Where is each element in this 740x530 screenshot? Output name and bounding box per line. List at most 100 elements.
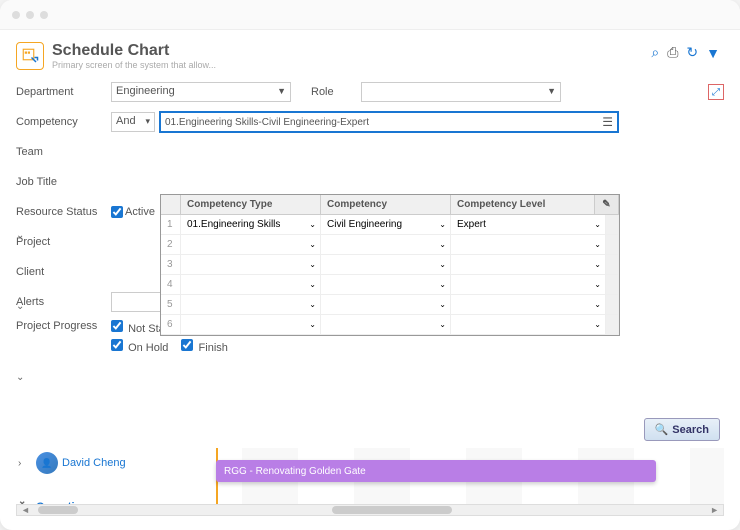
chevron-down-icon: ⌄ — [439, 300, 446, 309]
popup-scroll[interactable] — [606, 255, 619, 274]
search-button[interactable]: 🔍 Search — [644, 418, 720, 441]
comp-cell[interactable]: ⌄ — [321, 255, 451, 274]
competency-popup: Competency Type Competency Competency Le… — [160, 194, 620, 336]
chevron-down-icon: ⌄ — [439, 260, 446, 269]
popup-scroll[interactable] — [606, 295, 619, 314]
filter-icon[interactable]: ▼ — [706, 45, 720, 61]
level-cell[interactable]: ⌄ — [451, 295, 606, 314]
competency-row: 4⌄⌄⌄ — [161, 275, 619, 295]
competency-input[interactable]: 01.Engineering Skills-Civil Engineering-… — [159, 111, 619, 133]
chevron-down-icon: ⌄ — [309, 240, 316, 249]
search-icon: 🔍 — [655, 423, 669, 436]
comp-cell[interactable]: Civil Engineering⌄ — [321, 215, 451, 234]
schedule-chart-icon — [16, 42, 44, 70]
client-label: Client — [16, 266, 111, 278]
type-cell[interactable]: ⌄ — [181, 275, 321, 294]
browser-chrome — [0, 0, 740, 30]
window-dot — [40, 11, 48, 19]
chevron-down-icon: ⌄ — [594, 320, 601, 329]
col-level-header: Competency Level — [451, 195, 595, 214]
collapse-chevron[interactable]: ⌄ — [16, 301, 30, 312]
col-comp-header: Competency — [321, 195, 451, 214]
gantt-bar[interactable]: RGG - Renovating Golden Gate — [216, 460, 656, 482]
chevron-down-icon: ▼ — [277, 86, 286, 96]
collapse-chevron[interactable]: ⌄ — [16, 230, 30, 241]
role-label: Role — [311, 86, 361, 98]
scroll-thumb[interactable] — [332, 506, 452, 514]
popup-scroll[interactable] — [606, 315, 619, 334]
chevron-down-icon: ⌄ — [309, 320, 316, 329]
chevron-down-icon: ▾ — [145, 116, 150, 127]
type-cell[interactable]: 01.Engineering Skills⌄ — [181, 215, 321, 234]
department-select[interactable]: Engineering ▼ — [111, 82, 291, 102]
chevron-down-icon: ⌄ — [594, 300, 601, 309]
menu-icon[interactable]: ☰ — [602, 115, 613, 129]
active-label: Active — [125, 206, 155, 218]
refresh-icon[interactable]: ↻ — [686, 44, 698, 61]
scroll-right-icon[interactable]: ► — [706, 505, 723, 515]
not-started-checkbox[interactable] — [111, 320, 123, 332]
competency-row: 6 ⌄ ⌄ ⌄ — [161, 315, 619, 335]
scroll-thumb[interactable] — [38, 506, 78, 514]
chevron-down-icon: ⌄ — [594, 280, 601, 289]
collapse-chevron[interactable]: ⌄ — [16, 372, 30, 383]
page-title: Schedule Chart — [52, 42, 216, 60]
row-number: 3 — [161, 255, 181, 274]
on-hold-checkbox[interactable] — [111, 339, 123, 351]
level-cell[interactable]: ⌄ — [451, 255, 606, 274]
type-cell[interactable]: ⌄ — [181, 315, 321, 334]
competency-row: 101.Engineering Skills⌄Civil Engineering… — [161, 215, 619, 235]
chevron-down-icon: ⌄ — [309, 280, 316, 289]
clear-icon[interactable]: ✎ — [595, 195, 619, 214]
horizontal-scrollbar[interactable]: ◄ ► — [16, 504, 724, 516]
progress-label: Project Progress — [16, 320, 111, 332]
team-label: Team — [16, 146, 111, 158]
row-number: 2 — [161, 235, 181, 254]
chevron-down-icon: ⌄ — [309, 300, 316, 309]
resource-row[interactable]: › 👤 David Cheng — [16, 448, 186, 478]
competency-logic-select[interactable]: And ▾ — [111, 112, 155, 132]
finish-checkbox[interactable] — [181, 339, 193, 351]
type-cell[interactable]: ⌄ — [181, 255, 321, 274]
row-number: 6 — [161, 315, 181, 334]
type-cell[interactable]: ⌄ — [181, 235, 321, 254]
active-checkbox[interactable] — [111, 206, 123, 218]
popup-scroll[interactable] — [606, 275, 619, 294]
comp-cell[interactable]: ⌄ — [321, 295, 451, 314]
comp-cell[interactable]: ⌄ — [321, 275, 451, 294]
resource-status-label: Resource Status — [16, 206, 111, 218]
chevron-down-icon: ⌄ — [439, 320, 446, 329]
preview-icon[interactable]: ⌕ — [651, 44, 659, 61]
chevron-down-icon: ⌄ — [594, 220, 601, 229]
competency-row: 2 ⌄ ⌄ ⌄ — [161, 235, 619, 255]
level-cell[interactable]: Expert⌄ — [451, 215, 606, 234]
scroll-left-icon[interactable]: ◄ — [17, 505, 34, 515]
chevron-down-icon: ⌄ — [439, 280, 446, 289]
comp-cell[interactable]: ⌄ — [321, 315, 451, 334]
level-cell[interactable]: ⌄ — [451, 235, 606, 254]
chevron-down-icon: ▼ — [547, 86, 556, 96]
chevron-down-icon: ⌄ — [594, 240, 601, 249]
popup-scroll[interactable] — [606, 235, 619, 254]
popup-scroll[interactable] — [606, 215, 619, 234]
project-label: Project — [16, 236, 111, 248]
expand-icon[interactable]: ⤢ — [708, 84, 724, 100]
level-cell[interactable]: ⌄ — [451, 275, 606, 294]
page-subtitle: Primary screen of the system that allow.… — [52, 60, 216, 70]
chevron-down-icon: ⌄ — [309, 220, 316, 229]
chevron-right-icon[interactable]: › — [18, 458, 30, 469]
alerts-label: Alerts — [16, 296, 111, 308]
row-number: 1 — [161, 215, 181, 234]
jobtitle-label: Job Title — [16, 176, 111, 188]
competency-row: 5⌄⌄⌄ — [161, 295, 619, 315]
chevron-down-icon: ⌄ — [439, 220, 446, 229]
print-icon[interactable]: ⎙ — [667, 44, 678, 61]
comp-cell[interactable]: ⌄ — [321, 235, 451, 254]
role-select[interactable]: ▼ — [361, 82, 561, 102]
avatar: 👤 — [36, 452, 58, 474]
resource-name: David Cheng — [62, 457, 126, 469]
chevron-down-icon: ⌄ — [309, 260, 316, 269]
level-cell[interactable]: ⌄ — [451, 315, 606, 334]
department-label: Department — [16, 86, 111, 98]
type-cell[interactable]: ⌄ — [181, 295, 321, 314]
